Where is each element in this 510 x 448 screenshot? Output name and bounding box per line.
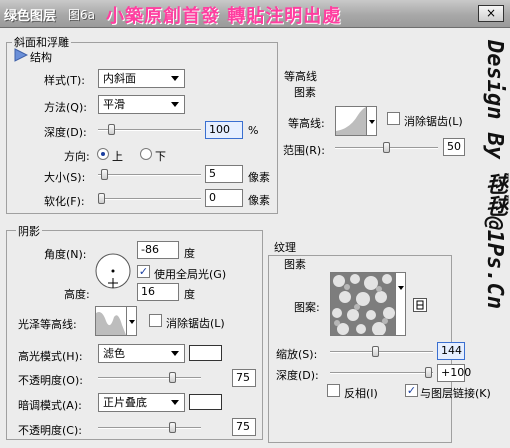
chevron-down-icon [171,102,179,107]
highlight-opacity-thumb[interactable] [169,372,177,383]
pattern-preview[interactable] [330,272,396,336]
altitude-unit: 度 [184,288,195,301]
scale-slider-thumb[interactable] [371,346,379,357]
layer-label: 图6a [68,8,95,22]
direction-up-label: 上 [112,150,123,163]
gloss-contour-dropdown[interactable] [127,306,137,336]
highlight-color-swatch[interactable] [189,345,222,361]
pattern-dropdown[interactable] [396,272,406,336]
texture-sub-title: 图素 [282,256,308,272]
shadow-opacity-label: 不透明度(C): [18,424,82,437]
expand-triangle-icon[interactable] [14,48,29,62]
texture-depth-track[interactable] [330,372,433,374]
soften-label: 软化(F): [44,195,85,208]
texture-depth-label: 深度(D): [276,369,319,382]
style-select[interactable]: 内斜面 [98,69,185,88]
method-value: 平滑 [103,98,125,111]
direction-label: 方向: [64,150,90,163]
shadow-opacity-input[interactable]: 75 [232,418,256,436]
highlight-mode-select[interactable]: 滤色 [98,344,185,363]
shadow-opacity-track[interactable] [98,427,201,429]
shadow-mode-label: 暗调模式(A): [18,399,82,412]
method-select[interactable]: 平滑 [98,95,185,114]
shadow-opacity-thumb[interactable] [169,422,177,433]
shading-section-title: 阴影 [16,223,42,239]
style-value: 内斜面 [103,72,136,85]
soften-slider-track[interactable] [98,198,201,200]
highlight-mode-value: 滤色 [103,347,125,360]
chevron-down-icon [171,351,179,356]
contour-dropdown[interactable] [367,106,377,136]
angle-input[interactable]: -86 [137,241,179,259]
window-title: 绿色图层 [4,9,57,24]
pattern-label: 图案: [294,301,320,314]
side-watermark: Design By 毬毬@1Ps.Cn [482,40,507,310]
contour-label: 等高线: [288,117,325,130]
soften-unit: 像素 [248,194,270,207]
size-label: 大小(S): [44,171,86,184]
altitude-input[interactable]: 16 [137,283,179,301]
method-label: 方法(Q): [44,101,87,114]
altitude-label: 高度: [64,288,90,301]
shadow-mode-select[interactable]: 正片叠底 [98,393,185,412]
scale-slider-track[interactable] [330,351,433,353]
gloss-antialias-checkbox[interactable] [149,314,162,327]
size-slider-track[interactable] [98,174,201,176]
gloss-contour-label: 光泽等高线: [18,318,77,331]
contour-antialias-checkbox[interactable] [387,112,400,125]
contour-sub-title: 图素 [292,84,318,100]
scale-label: 缩放(S): [276,348,318,361]
direction-down-radio[interactable] [140,148,152,160]
size-input[interactable]: 5 [205,165,243,183]
size-unit: 像素 [248,171,270,184]
depth-unit: % [248,124,259,137]
soften-input[interactable]: 0 [205,189,243,207]
gloss-antialias-label: 消除锯齿(L) [166,317,225,330]
close-button[interactable]: × [478,5,504,22]
global-light-checkbox[interactable]: ✓ [137,265,150,278]
direction-up-radio[interactable] [97,148,109,160]
depth-input[interactable]: 100 [205,121,243,139]
structure-title: 结构 [28,49,54,65]
gloss-contour-preview[interactable] [95,306,127,336]
range-slider-thumb[interactable] [382,142,390,153]
direction-down-label: 下 [155,150,166,163]
crosshair-icon [108,278,118,288]
chevron-down-icon [171,400,179,405]
link-layer-checkbox[interactable]: ✓ [405,384,418,397]
size-slider-thumb[interactable] [100,169,108,180]
invert-checkbox[interactable] [327,384,340,397]
style-label: 样式(T): [44,74,86,87]
soften-slider-thumb[interactable] [98,193,105,204]
shadow-mode-value: 正片叠底 [103,396,147,409]
chevron-down-icon [171,76,179,81]
contour-section-title: 等高线 [282,68,319,84]
new-preset-icon[interactable] [413,298,427,312]
depth-label: 深度(D): [44,126,87,139]
texture-section-title: 纹理 [272,239,298,255]
highlight-opacity-label: 不透明度(O): [18,374,83,387]
angle-unit: 度 [184,247,195,260]
range-label: 范围(R): [283,144,325,157]
highlight-mode-label: 高光模式(H): [18,350,83,363]
shadow-color-swatch[interactable] [189,394,222,410]
contour-preview[interactable] [335,106,367,136]
angle-label: 角度(N): [44,248,87,261]
global-light-label: 使用全局光(G) [154,268,227,281]
invert-label: 反相(I) [344,387,378,400]
texture-depth-thumb[interactable] [425,367,432,378]
depth-slider-thumb[interactable] [107,124,115,135]
title-watermark: 小築原創首發 轉貼注明出處 [106,6,342,27]
highlight-opacity-input[interactable]: 75 [232,369,256,387]
highlight-opacity-track[interactable] [98,377,201,379]
